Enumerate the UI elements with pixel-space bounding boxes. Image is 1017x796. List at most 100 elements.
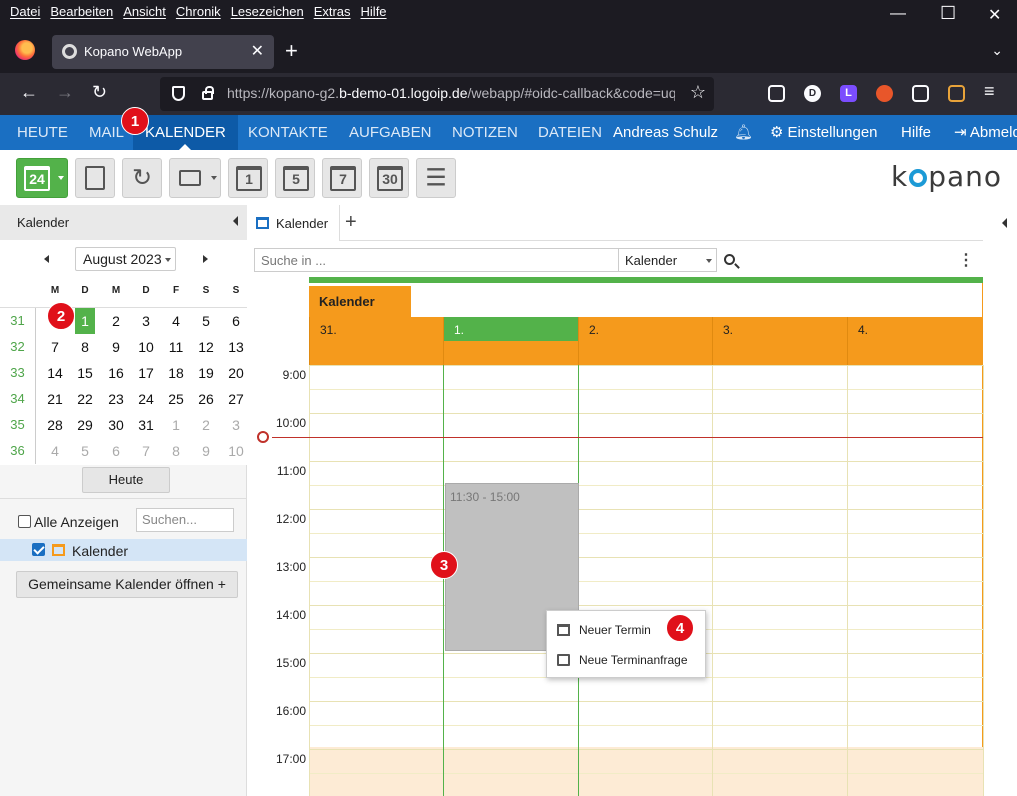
week-number[interactable]: 32 xyxy=(0,334,36,360)
menu-item-new-meeting-request[interactable]: Neue Terminanfrage xyxy=(547,646,707,674)
address-book-button[interactable] xyxy=(75,158,115,198)
new-tab-icon[interactable]: + xyxy=(285,38,298,64)
help-link[interactable]: Hilfe xyxy=(901,115,931,150)
nav-mail[interactable]: MAIL xyxy=(89,115,124,150)
tab-close-icon[interactable]: ✕ xyxy=(251,41,264,61)
lock-icon[interactable] xyxy=(202,86,214,100)
day-cell[interactable]: 18 xyxy=(161,360,191,386)
show-all-label[interactable]: Alle Anzeigen xyxy=(34,514,119,530)
url-bar[interactable]: https://kopano-g2.b-demo-01.logoip.de/we… xyxy=(160,77,714,111)
day-cell[interactable]: 2 xyxy=(101,308,131,334)
nav-aufgaben[interactable]: AUFGABEN xyxy=(349,115,432,150)
day-cell[interactable]: 2 xyxy=(191,412,221,438)
day-cell[interactable]: 1 xyxy=(161,412,191,438)
user-name[interactable]: Andreas Schulz xyxy=(613,115,718,150)
day-cell[interactable]: 29 xyxy=(70,412,100,438)
tab-kalender[interactable]: Kalender xyxy=(248,205,340,241)
week-number[interactable]: 31 xyxy=(0,308,36,334)
url-text[interactable]: https://kopano-g2.b-demo-01.logoip.de/we… xyxy=(227,85,675,101)
day-cell[interactable]: 7 xyxy=(40,334,70,360)
day-cell[interactable]: 3 xyxy=(131,308,161,334)
view-workweek-button[interactable]: 5 xyxy=(275,158,315,198)
view-list-button[interactable]: ☰ xyxy=(416,158,456,198)
calendar-search-input[interactable]: Suchen... xyxy=(136,508,234,532)
week-number[interactable]: 34 xyxy=(0,386,36,412)
extensions-puzzle-icon[interactable] xyxy=(912,85,929,102)
more-options-icon[interactable]: ⋮ xyxy=(958,250,974,270)
day-cell[interactable]: 31 xyxy=(131,412,161,438)
search-icon[interactable] xyxy=(724,254,735,265)
chevron-down-icon[interactable] xyxy=(58,176,64,180)
pocket-icon[interactable] xyxy=(768,85,785,102)
day-cell[interactable]: 26 xyxy=(191,386,221,412)
calendar-list-item[interactable]: Kalender xyxy=(0,539,247,561)
day-cell[interactable]: 9 xyxy=(191,438,221,464)
minimize-icon[interactable]: — xyxy=(890,5,906,23)
bookmark-star-icon[interactable]: ☆ xyxy=(690,82,706,103)
day-cell[interactable]: 23 xyxy=(101,386,131,412)
day-cell[interactable]: 3 xyxy=(221,412,251,438)
month-select[interactable]: August 2023 xyxy=(75,247,176,271)
shield-icon[interactable] xyxy=(172,86,185,101)
menu-chronik[interactable]: Chronik xyxy=(176,4,221,19)
menu-hilfe[interactable]: Hilfe xyxy=(361,4,387,19)
day-cell[interactable]: 30 xyxy=(101,412,131,438)
next-month-icon[interactable] xyxy=(203,255,208,263)
week-number[interactable]: 35 xyxy=(0,412,36,438)
day-cell[interactable]: 25 xyxy=(161,386,191,412)
extension-multi-icon[interactable] xyxy=(948,85,965,102)
day-cell[interactable]: 6 xyxy=(221,308,251,334)
view-month-button[interactable]: 30 xyxy=(369,158,409,198)
day-cell[interactable]: 4 xyxy=(40,438,70,464)
day-cell[interactable]: 15 xyxy=(70,360,100,386)
day-cell[interactable]: 8 xyxy=(161,438,191,464)
day-cell[interactable]: 28 xyxy=(40,412,70,438)
day-cell[interactable]: 17 xyxy=(131,360,161,386)
menu-lesezeichen[interactable]: Lesezeichen xyxy=(231,4,304,19)
view-day-button[interactable]: 1 xyxy=(228,158,268,198)
bell-icon[interactable]: 🔔︎ xyxy=(734,115,753,150)
view-week-button[interactable]: 7 xyxy=(322,158,362,198)
day-cell[interactable]: 1 xyxy=(75,308,95,334)
day-cell[interactable]: 21 xyxy=(40,386,70,412)
day-cell[interactable]: 13 xyxy=(221,334,251,360)
calendar-checkbox[interactable] xyxy=(32,543,45,556)
day-cell[interactable]: 6 xyxy=(101,438,131,464)
day-cell[interactable]: 11 xyxy=(161,334,191,360)
settings-link[interactable]: ⚙ Einstellungen xyxy=(770,115,878,150)
collapse-left-icon[interactable] xyxy=(233,216,238,226)
day-cell[interactable]: 12 xyxy=(191,334,221,360)
day-header[interactable]: 2. xyxy=(578,317,712,365)
day-header[interactable]: 4. xyxy=(847,317,983,365)
day-cell[interactable]: 7 xyxy=(131,438,161,464)
menu-extras[interactable]: Extras xyxy=(314,4,351,19)
forward-icon[interactable]: → xyxy=(56,82,74,103)
day-cell[interactable]: 14 xyxy=(40,360,70,386)
show-all-checkbox[interactable] xyxy=(18,515,31,528)
week-number[interactable]: 36 xyxy=(0,438,36,464)
day-cell[interactable]: 27 xyxy=(221,386,251,412)
day-cell[interactable]: 20 xyxy=(221,360,251,386)
nav-notizen[interactable]: NOTIZEN xyxy=(452,115,518,150)
reload-icon[interactable]: ↻ xyxy=(92,82,107,103)
menu-ansicht[interactable]: Ansicht xyxy=(123,4,166,19)
day-cell[interactable]: 10 xyxy=(221,438,251,464)
prev-month-icon[interactable] xyxy=(44,255,49,263)
day-cell[interactable]: 22 xyxy=(70,386,100,412)
nav-kontakte[interactable]: KONTAKTE xyxy=(248,115,328,150)
collapse-right-icon[interactable] xyxy=(1002,218,1007,228)
menu-datei[interactable]: Datei xyxy=(10,4,40,19)
logout-link[interactable]: ⇥ Abmelden xyxy=(954,115,1017,150)
week-number[interactable]: 33 xyxy=(0,360,36,386)
day-cell[interactable]: 5 xyxy=(70,438,100,464)
print-button[interactable] xyxy=(169,158,221,198)
day-cell[interactable]: 9 xyxy=(101,334,131,360)
day-cell[interactable]: 10 xyxy=(131,334,161,360)
today-button[interactable]: 24 xyxy=(16,158,68,198)
extension-d-icon[interactable]: D xyxy=(804,85,821,102)
nav-dateien[interactable]: DATEIEN xyxy=(538,115,602,150)
day-cell[interactable]: 5 xyxy=(191,308,221,334)
day-header[interactable]: 1. xyxy=(443,317,578,365)
day-cell[interactable]: 8 xyxy=(70,334,100,360)
hamburger-menu-icon[interactable]: ≡ xyxy=(984,81,995,102)
